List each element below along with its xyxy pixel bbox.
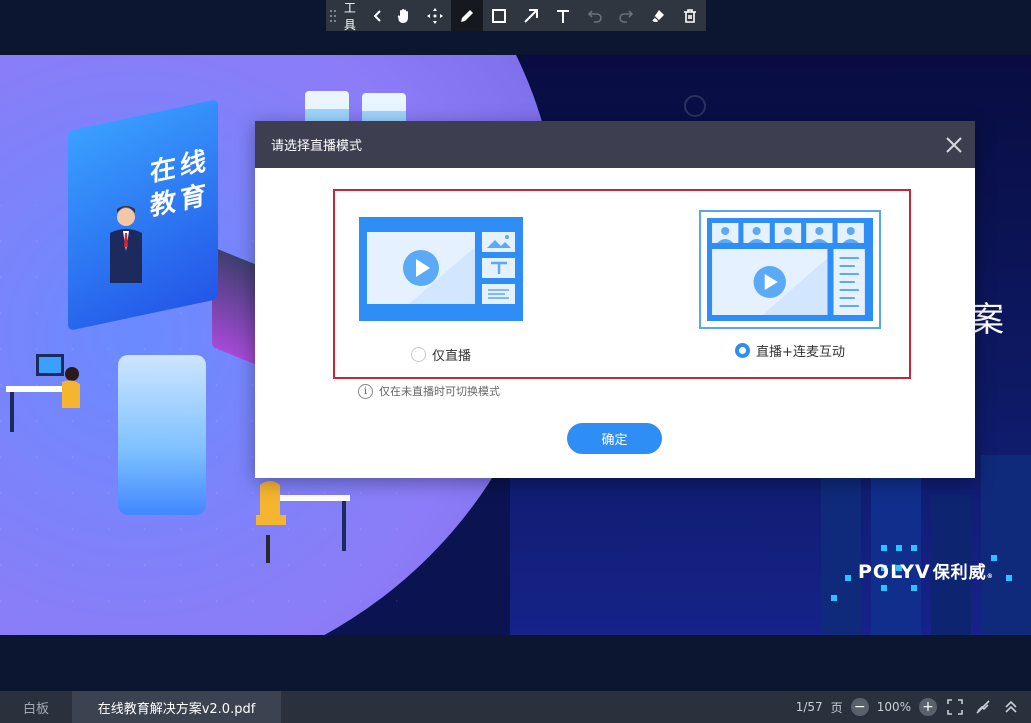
close-icon[interactable] (943, 134, 965, 156)
page-controls: 1/57 页 − 100% + (796, 697, 1031, 717)
mode-switch-note: i 仅在未直播时可切换模式 (358, 383, 500, 399)
mode-options-box: 仅直播 直播+连麦互动 (333, 189, 911, 379)
info-icon: i (358, 383, 373, 399)
logo-text: POLYV (858, 561, 931, 583)
move-icon[interactable] (420, 0, 452, 31)
hide-annotations-icon[interactable] (973, 697, 993, 717)
text-icon[interactable] (547, 0, 579, 31)
slide-title-fragment: 案 (970, 300, 1004, 340)
arrow-icon[interactable] (515, 0, 547, 31)
live-interactive-preview (699, 210, 881, 329)
student-desk-icon (256, 481, 350, 563)
rectangle-icon[interactable] (483, 0, 515, 31)
mode-live-only-label: 仅直播 (431, 349, 471, 364)
radio-live-interactive[interactable] (735, 343, 751, 358)
zoom-in-button[interactable]: + (919, 698, 937, 716)
logo-registered-mark: ® (986, 573, 994, 580)
note-text: 仅在未直播时可切换模式 (379, 385, 500, 398)
pen-icon[interactable] (451, 0, 484, 31)
zoom-level: 100% (876, 700, 911, 714)
teacher-icon (110, 206, 142, 283)
mode-option-live-only[interactable]: 仅直播 (359, 217, 523, 364)
board-text: 在线 教育 (150, 144, 210, 225)
book-tower-decoration (118, 355, 206, 515)
page-unit: 页 (830, 700, 843, 715)
fullscreen-icon[interactable] (945, 697, 965, 717)
undo-icon[interactable] (579, 0, 611, 31)
dialog-header: 请选择直播模式 (255, 121, 975, 168)
dialog-title: 请选择直播模式 (271, 139, 363, 154)
zoom-out-button[interactable]: − (850, 698, 869, 716)
live-interactive-preview-icon (707, 218, 873, 321)
confirm-button[interactable]: 确定 (567, 423, 662, 454)
logo-cn-text: 保利威 (932, 563, 987, 583)
mode-option-live-interactive[interactable]: 直播+连麦互动 (699, 210, 881, 360)
redo-icon[interactable] (611, 0, 643, 31)
watermark-icon (684, 95, 706, 117)
tab-document[interactable]: 在线教育解决方案v2.0.pdf (72, 691, 281, 723)
live-mode-dialog: 请选择直播模式 仅直播 直播+连麦互动 i 仅在未直播时可切换模式 确定 (255, 121, 975, 478)
trash-icon[interactable] (674, 0, 706, 31)
page-indicator[interactable]: 1/57 (796, 700, 823, 714)
mode-live-interactive-label: 直播+连麦互动 (756, 345, 845, 360)
bottom-bar: 白板 在线教育解决方案v2.0.pdf 1/57 页 − 100% + (0, 691, 1031, 723)
polyv-logo: POLYV 保利威 ® (858, 558, 994, 583)
drag-handle-icon[interactable] (326, 0, 340, 31)
eraser-icon[interactable] (642, 0, 674, 31)
student-desk-icon (6, 354, 80, 432)
tab-whiteboard[interactable]: 白板 (0, 691, 72, 723)
drawing-toolbar: 工具 (326, 0, 706, 33)
hand-icon[interactable] (388, 0, 420, 31)
collapse-toolbar-button[interactable] (368, 0, 388, 31)
tools-label[interactable]: 工具 (344, 0, 368, 33)
live-only-preview-icon (359, 217, 523, 321)
radio-live-only[interactable] (410, 347, 426, 362)
collapse-panel-icon[interactable] (1001, 697, 1021, 717)
